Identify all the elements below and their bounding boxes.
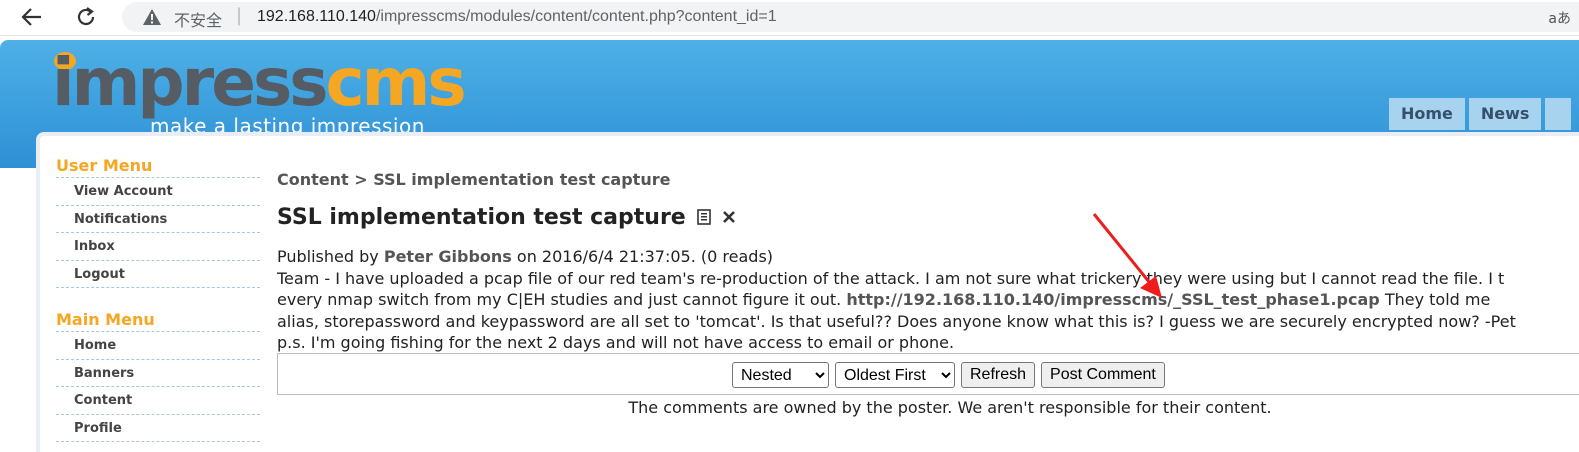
logo-main-text: impress xyxy=(52,44,329,121)
url-path: /impresscms/modules/content/content.php?… xyxy=(375,8,777,25)
nav-tab-news[interactable]: News xyxy=(1468,98,1542,130)
article-line-2-start: every nmap switch from my C|EH studies a… xyxy=(277,290,842,309)
sidebar: User Menu View Account Notifications Inb… xyxy=(56,156,260,442)
top-navigation: Home News xyxy=(1389,98,1575,130)
comment-mode-select[interactable]: Nested xyxy=(732,362,829,388)
pcap-link[interactable]: http://192.168.110.140/impresscms/_SSL_t… xyxy=(846,290,1379,309)
divider: | xyxy=(236,5,243,26)
delete-icon[interactable] xyxy=(722,210,736,224)
article-line-2-end: They told me xyxy=(1384,290,1491,309)
published-prefix: Published by xyxy=(277,247,379,266)
nav-tab-home[interactable]: Home xyxy=(1389,98,1465,130)
menu-item-content[interactable]: Content xyxy=(56,387,260,415)
print-icon[interactable] xyxy=(696,209,712,225)
url-host: 192.168.110.140 xyxy=(257,8,376,25)
published-suffix: on 2016/6/4 21:37:05. (0 reads) xyxy=(516,247,774,266)
url-text[interactable]: 192.168.110.140/impresscms/modules/conte… xyxy=(257,8,777,26)
user-menu-title: User Menu xyxy=(56,156,260,178)
post-comment-button[interactable]: Post Comment xyxy=(1041,362,1165,388)
menu-item-logout[interactable]: Logout xyxy=(56,261,260,288)
main-menu-title: Main Menu xyxy=(56,310,260,332)
page-title-text: SSL implementation test capture xyxy=(277,204,686,230)
menu-item-profile[interactable]: Profile xyxy=(56,415,260,442)
article-line-2: every nmap switch from my C|EH studies a… xyxy=(277,289,1579,311)
back-arrow-icon[interactable] xyxy=(18,4,46,30)
address-bar[interactable]: 不安全 | 192.168.110.140/impresscms/modules… xyxy=(122,2,1579,32)
reader-mode-icon[interactable]: aあ xyxy=(1548,8,1571,28)
menu-item-home[interactable]: Home xyxy=(56,332,260,360)
menu-item-view-account[interactable]: View Account xyxy=(56,178,260,206)
menu-item-banners[interactable]: Banners xyxy=(56,360,260,387)
reload-icon[interactable] xyxy=(72,4,100,30)
menu-item-inbox[interactable]: Inbox xyxy=(56,233,260,261)
author-link[interactable]: Peter Gibbons xyxy=(384,247,512,266)
nav-tab-more[interactable] xyxy=(1545,98,1572,130)
article-line-3: alias, storepassword and keypassword are… xyxy=(277,311,1516,331)
browser-toolbar: 不安全 | 192.168.110.140/impresscms/modules… xyxy=(0,0,1579,36)
warning-icon[interactable] xyxy=(142,8,162,30)
published-line: Published by Peter Gibbons on 2016/6/4 2… xyxy=(277,246,1579,268)
article-line-1: Team - I have uploaded a pcap file of ou… xyxy=(277,268,1505,288)
article-line-4: p.s. I'm going fishing for the next 2 da… xyxy=(277,333,955,352)
logo-accent-text: cms xyxy=(325,44,467,121)
menu-item-notifications[interactable]: Notifications xyxy=(56,206,260,233)
article-body: Published by Peter Gibbons on 2016/6/4 2… xyxy=(277,246,1579,354)
refresh-button[interactable]: Refresh xyxy=(961,362,1036,388)
logo-wordmark: impresscms xyxy=(52,50,467,116)
comment-controls: Nested Oldest First Refresh Post Comment xyxy=(277,353,1579,395)
comment-order-select[interactable]: Oldest First xyxy=(835,362,955,388)
comments-disclaimer: The comments are owned by the poster. We… xyxy=(628,398,1272,417)
breadcrumb[interactable]: Content > SSL implementation test captur… xyxy=(277,170,1579,192)
main-content: Content > SSL implementation test captur… xyxy=(277,170,1579,417)
page-title: SSL implementation test capture xyxy=(277,202,1579,232)
insecure-label[interactable]: 不安全 xyxy=(174,7,222,31)
